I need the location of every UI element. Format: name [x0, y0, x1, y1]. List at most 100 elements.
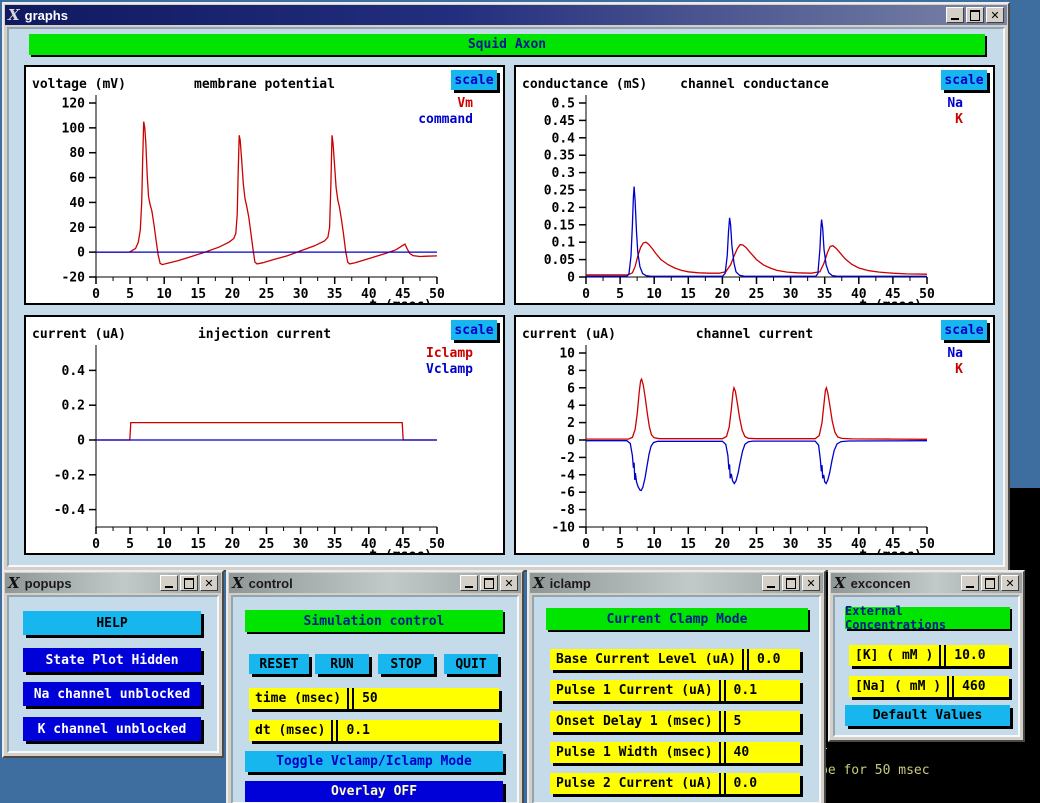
run-button[interactable]: RUN: [315, 654, 369, 674]
pulse1-current-value[interactable]: 0.1: [726, 680, 800, 701]
pulse1-current-field: Pulse 1 Current (uA) 0.1: [550, 680, 800, 701]
onset-delay1-field: Onset Delay 1 (msec) 5: [550, 711, 800, 732]
svg-text:0: 0: [567, 434, 575, 449]
close-button[interactable]: ✕: [500, 575, 518, 591]
graphs-titlebar[interactable]: X graphs ✕: [5, 5, 1007, 25]
svg-text:0.35: 0.35: [544, 149, 575, 164]
svg-text:0.2: 0.2: [62, 399, 85, 414]
na-channel-button[interactable]: Na channel unblocked: [23, 682, 201, 706]
reset-button[interactable]: RESET: [249, 654, 309, 674]
maximize-button[interactable]: [180, 575, 198, 591]
desktop: 1 be for 50 msec X graphs ✕ Squid Axon 1…: [0, 0, 1040, 803]
dt-value[interactable]: 0.1: [338, 720, 499, 741]
scale-button[interactable]: scale: [941, 70, 987, 90]
svg-text:t (msec): t (msec): [369, 548, 432, 553]
base-current-field: Base Current Level (uA) 0.0: [550, 649, 800, 670]
minimize-button[interactable]: [762, 575, 780, 591]
svg-text:0: 0: [92, 537, 100, 552]
svg-text:15: 15: [190, 537, 206, 552]
scale-button[interactable]: scale: [451, 320, 497, 340]
y-axis-label: voltage (mV): [32, 77, 126, 92]
maximize-button[interactable]: [480, 575, 498, 591]
scale-button[interactable]: scale: [941, 320, 987, 340]
svg-text:2: 2: [567, 416, 575, 431]
svg-text:15: 15: [680, 287, 696, 302]
iclamp-titlebar[interactable]: X iclamp ✕: [530, 573, 823, 593]
svg-text:35: 35: [817, 287, 833, 302]
maximize-button[interactable]: [782, 575, 800, 591]
time-value[interactable]: 50: [354, 688, 499, 709]
field-label: time (msec): [249, 688, 347, 709]
scale-button[interactable]: scale: [451, 70, 497, 90]
pulse2-current-value[interactable]: 0.0: [726, 773, 800, 794]
legend-entry: K: [947, 362, 963, 378]
svg-text:-4: -4: [559, 468, 575, 483]
x11-logo-icon: X: [533, 576, 545, 590]
maximize-button[interactable]: [966, 7, 984, 23]
minimize-button[interactable]: [460, 575, 478, 591]
panel-injection-current: 0.40.20-0.2-0.405101520253035404550t (ms…: [24, 315, 505, 555]
window-title: exconcen: [851, 576, 911, 591]
model-banner: Squid Axon: [29, 34, 985, 55]
minimize-button[interactable]: [160, 575, 178, 591]
plot-title: membrane potential: [146, 77, 383, 92]
legend-entry: Vm: [418, 96, 473, 112]
svg-text:0.25: 0.25: [544, 184, 575, 199]
close-button[interactable]: ✕: [986, 7, 1004, 23]
minimize-button[interactable]: [946, 7, 964, 23]
x11-logo-icon: X: [834, 576, 846, 590]
control-titlebar[interactable]: X control ✕: [229, 573, 521, 593]
svg-text:40: 40: [69, 196, 85, 211]
svg-text:0: 0: [77, 434, 85, 449]
close-button[interactable]: ✕: [200, 575, 218, 591]
plot-title: injection current: [146, 327, 383, 342]
channel-current-plot[interactable]: 1086420-2-4-6-8-1005101520253035404550t …: [516, 317, 993, 553]
maximize-button[interactable]: [981, 575, 999, 591]
svg-text:-0.2: -0.2: [54, 468, 85, 483]
overlay-button[interactable]: Overlay OFF: [245, 781, 503, 802]
svg-text:10: 10: [559, 347, 575, 362]
state-plot-button[interactable]: State Plot Hidden: [23, 648, 201, 672]
k-channel-button[interactable]: K channel unblocked: [23, 717, 201, 741]
base-current-value[interactable]: 0.0: [749, 649, 800, 670]
stop-button[interactable]: STOP: [378, 654, 434, 674]
onset-delay1-value[interactable]: 5: [726, 711, 800, 732]
close-button[interactable]: ✕: [1001, 575, 1019, 591]
svg-text:0.2: 0.2: [552, 201, 575, 216]
default-values-button[interactable]: Default Values: [845, 705, 1010, 726]
pulse1-width-value[interactable]: 40: [726, 742, 800, 763]
control-body: Simulation control RESET RUN STOP QUIT t…: [231, 595, 519, 803]
field-label: Base Current Level (uA): [550, 649, 742, 670]
channel-conductance-plot[interactable]: 0.50.450.40.350.30.250.20.150.10.0500510…: [516, 67, 993, 303]
control-banner: Simulation control: [245, 610, 503, 632]
help-button[interactable]: HELP: [23, 611, 201, 635]
popups-titlebar[interactable]: X popups ✕: [5, 573, 221, 593]
quit-button[interactable]: QUIT: [444, 654, 498, 674]
svg-text:0.45: 0.45: [544, 114, 575, 129]
svg-text:30: 30: [293, 287, 309, 302]
k-concentration-value[interactable]: 10.0: [946, 645, 1009, 666]
exconcen-banner: External Concentrations: [845, 607, 1010, 629]
na-concentration-value[interactable]: 460: [954, 676, 1009, 697]
toggle-clamp-mode-button[interactable]: Toggle Vclamp/Iclamp Mode: [245, 751, 503, 772]
svg-text:5: 5: [616, 537, 624, 552]
svg-text:80: 80: [69, 146, 85, 161]
svg-text:6: 6: [567, 381, 575, 396]
svg-text:0.4: 0.4: [552, 131, 576, 146]
window-title: iclamp: [550, 576, 591, 591]
exconcen-titlebar[interactable]: X exconcen ✕: [831, 573, 1022, 593]
x11-logo-icon: X: [8, 8, 20, 22]
svg-text:15: 15: [190, 287, 206, 302]
panel-channel-conductance: 0.50.450.40.350.30.250.20.150.10.0500510…: [514, 65, 995, 305]
svg-text:20: 20: [225, 537, 241, 552]
close-button[interactable]: ✕: [802, 575, 820, 591]
svg-text:t (msec): t (msec): [859, 548, 922, 553]
y-axis-label: current (uA): [522, 327, 616, 342]
terminal-text-line: be for 50 msec: [820, 763, 930, 778]
svg-text:20: 20: [69, 221, 85, 236]
svg-text:120: 120: [62, 97, 86, 112]
svg-text:-8: -8: [559, 503, 575, 518]
field-label: Pulse 1 Width (msec): [550, 742, 719, 763]
svg-text:t (msec): t (msec): [859, 298, 922, 303]
minimize-button[interactable]: [961, 575, 979, 591]
